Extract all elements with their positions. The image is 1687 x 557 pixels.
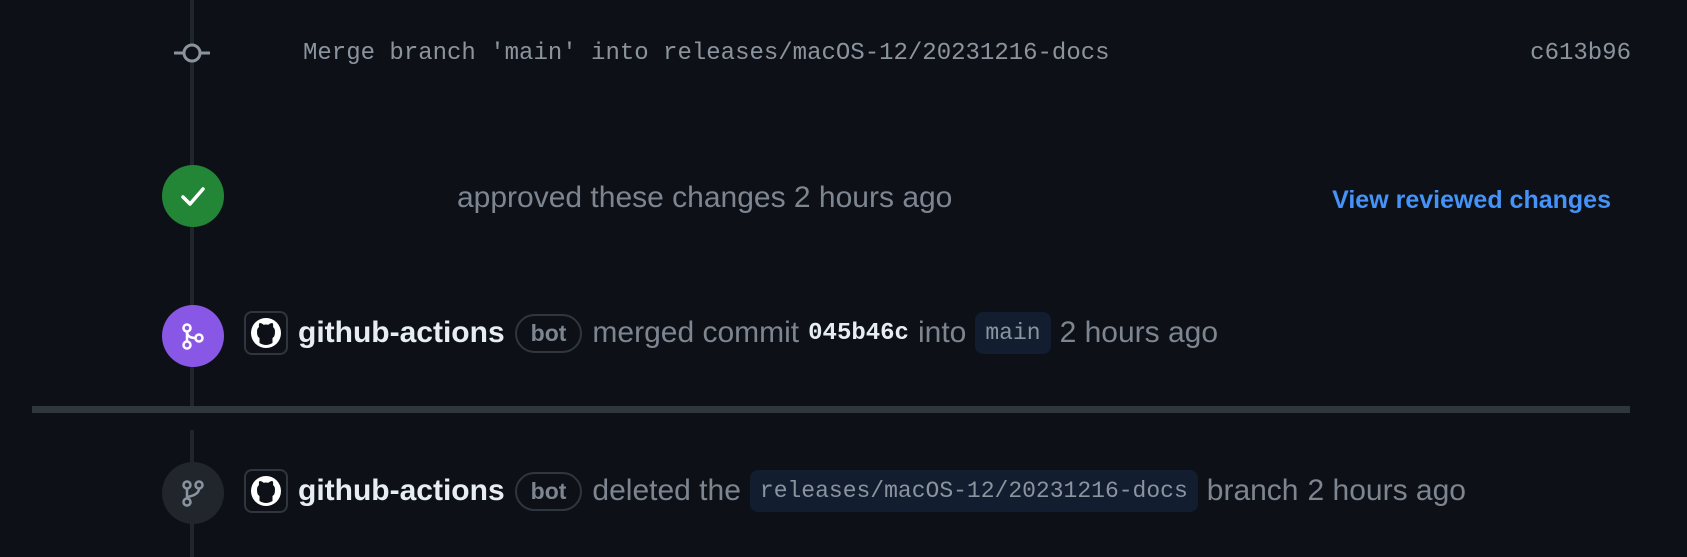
github-actions-avatar[interactable]	[244, 311, 288, 355]
github-avatar-icon	[251, 318, 281, 348]
git-branch-icon	[182, 480, 204, 507]
github-avatar-icon	[251, 476, 281, 506]
git-merge-icon	[182, 323, 204, 350]
github-actions-avatar[interactable]	[244, 469, 288, 513]
event-time-link[interactable]: 2 hours ago	[1308, 474, 1466, 508]
actor-name-link[interactable]: github-actions	[298, 474, 505, 508]
event-preposition-text: into	[917, 316, 967, 349]
commit-message-link[interactable]: Merge branch 'main' into releases/macOS-…	[303, 40, 1110, 67]
bot-label: bot	[514, 313, 583, 353]
event-time-link[interactable]: 2 hours ago	[1060, 316, 1218, 350]
timeline-divider	[32, 406, 1630, 413]
deleted-branch-name[interactable]: releases/macOS-12/20231216-docs	[749, 470, 1198, 512]
check-icon	[181, 187, 205, 206]
commit-sha-link[interactable]: c613b96	[1530, 40, 1631, 67]
event-action-text: deleted the	[592, 474, 741, 507]
event-suffix-text: branch	[1206, 474, 1299, 507]
delete-branch-event: github-actions bot deleted the releases/…	[244, 469, 1466, 513]
merge-event: github-actions bot merged commit 045b46c…	[244, 311, 1218, 355]
target-branch-link[interactable]: main	[975, 312, 1051, 354]
merged-badge	[162, 305, 224, 367]
view-reviewed-changes-link[interactable]: View reviewed changes	[1332, 186, 1611, 215]
approved-badge	[162, 165, 224, 227]
bot-label: bot	[514, 471, 583, 511]
review-event-text: approved these changes 2 hours ago	[457, 181, 953, 214]
event-action-text: merged commit	[592, 316, 800, 349]
actor-name-link[interactable]: github-actions	[298, 316, 505, 350]
branch-deleted-badge	[162, 462, 224, 524]
git-commit-icon	[174, 43, 210, 63]
merge-commit-sha-link[interactable]: 045b46c	[808, 320, 909, 347]
pr-timeline: Merge branch 'main' into releases/macOS-…	[0, 0, 1687, 557]
